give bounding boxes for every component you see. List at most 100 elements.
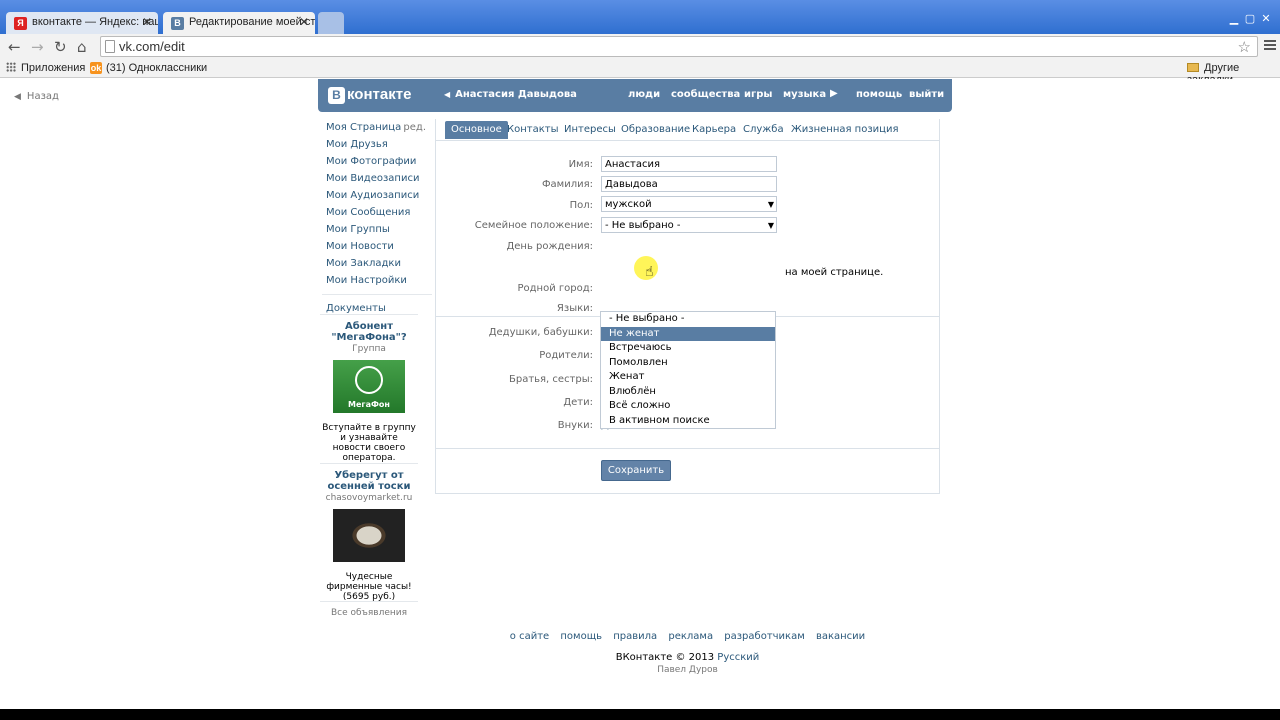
children-label: Дети: [563, 397, 593, 408]
back-arrow-icon[interactable]: ← [8, 38, 21, 56]
video-bottom-bar [0, 709, 1280, 720]
menu-people[interactable]: люди [628, 89, 660, 100]
reload-icon[interactable]: ↻ [54, 38, 67, 56]
dropdown-arrow-icon: ▼ [767, 221, 774, 230]
back-link[interactable]: ◀ Назад [14, 91, 59, 102]
sidebar-item-news[interactable]: Мои Новости [326, 238, 432, 255]
sidebar-item-photos[interactable]: Мои Фотографии [326, 153, 432, 170]
gender-label: Пол: [569, 200, 593, 211]
tab-basic[interactable]: Основное [445, 121, 508, 139]
maximize-icon[interactable]: ▢ [1242, 12, 1258, 25]
save-button[interactable]: Сохранить [601, 460, 671, 481]
tab-career[interactable]: Карьера [692, 124, 736, 135]
sidebar-item-label: Моя Страница [326, 122, 402, 133]
bookmark-label: Приложения [21, 62, 86, 74]
address-bar[interactable]: vk.com/edit ☆ [100, 36, 1258, 57]
ad-subtitle: Группа [352, 344, 386, 354]
ad-title[interactable]: Абонент "МегаФона"? [320, 321, 418, 343]
tab-life-position[interactable]: Жизненная позиция [791, 124, 898, 135]
close-tab-icon[interactable]: ✕ [142, 15, 152, 29]
parents-label: Родители: [539, 350, 593, 361]
footer-link-help[interactable]: помощь [560, 631, 602, 642]
language-link[interactable]: Русский [717, 652, 759, 663]
tab-interests[interactable]: Интересы [564, 124, 616, 135]
megafon-logo-text: МегаФон [348, 400, 390, 409]
megafon-logo-image[interactable]: МегаФон [333, 360, 405, 413]
marital-option-highlighted[interactable]: Не женат [601, 326, 775, 341]
vk-header: Вконтакте ◀ Анастасия Давыдова люди сообщ… [318, 79, 952, 112]
play-arrow-icon[interactable]: ▶ [830, 88, 838, 99]
header-user-link[interactable]: ◀ Анастасия Давыдова [444, 89, 577, 100]
home-icon[interactable]: ⌂ [77, 38, 87, 56]
tab-education[interactable]: Образование [621, 124, 690, 135]
marital-option[interactable]: Влюблён [601, 385, 775, 400]
sidebar-item-friends[interactable]: Мои Друзья [326, 136, 432, 153]
minimize-icon[interactable]: ▁ [1226, 12, 1242, 25]
ad-megafon[interactable]: Абонент "МегаФона"? Группа МегаФон Вступ… [320, 321, 418, 463]
sidebar-item-videos[interactable]: Мои Видеозаписи [326, 170, 432, 187]
footer-link-about[interactable]: о сайте [510, 631, 549, 642]
sidebar-item-audio[interactable]: Мои Аудиозаписи [326, 187, 432, 204]
menu-help[interactable]: помощь [856, 89, 902, 100]
forward-arrow-icon[interactable]: → [31, 38, 44, 56]
marital-status-dropdown-list: - Не выбрано - Не женат Встречаюсь Помол… [600, 311, 776, 429]
new-tab-button[interactable] [318, 12, 344, 34]
browser-tab-vk-edit[interactable]: В Редактирование моей ст ✕ [163, 12, 315, 34]
surname-input[interactable]: Давыдова [601, 176, 777, 192]
tab-service[interactable]: Служба [743, 124, 784, 135]
all-ads-link[interactable]: Все объявления [320, 608, 418, 618]
marital-status-value: - Не выбрано - [605, 220, 681, 231]
vk-logo[interactable]: Вконтакте [328, 86, 411, 104]
chrome-menu-icon[interactable] [1264, 40, 1276, 52]
all-ads: Все объявления [320, 604, 418, 618]
marital-option[interactable]: - Не выбрано - [601, 312, 775, 327]
menu-communities[interactable]: сообщества [671, 89, 740, 100]
gender-value: мужской [605, 199, 652, 210]
name-input[interactable]: Анастасия [601, 156, 777, 172]
marital-option[interactable]: Встречаюсь [601, 341, 775, 356]
menu-logout[interactable]: выйти [909, 89, 944, 100]
apps-grid-icon [6, 62, 16, 72]
bookmark-apps[interactable]: Приложения [6, 62, 85, 74]
ad-title[interactable]: Уберегут от осенней тоски [320, 470, 418, 492]
edit-link[interactable]: ред. [403, 119, 426, 136]
window-controls: ▁ ▢ ✕ [1226, 12, 1274, 25]
footer-link-rules[interactable]: правила [613, 631, 657, 642]
close-window-icon[interactable]: ✕ [1258, 12, 1274, 25]
page-icon [105, 40, 115, 53]
sidebar-item-my-page[interactable]: Моя Страница ред. [326, 119, 432, 136]
tab-contacts[interactable]: Контакты [507, 124, 558, 135]
edit-form-panel: Основное Контакты Интересы Образование К… [435, 119, 940, 494]
back-triangle-icon: ◀ [14, 92, 21, 102]
close-tab-icon[interactable]: ✕ [299, 15, 309, 29]
marital-option[interactable]: В активном поиске [601, 414, 775, 429]
footer-author[interactable]: Павел Дуров [435, 665, 940, 675]
watch-image[interactable] [333, 509, 405, 562]
sidebar-item-settings[interactable]: Мои Настройки [326, 272, 432, 289]
footer-link-jobs[interactable]: вакансии [816, 631, 865, 642]
sidebar-item-bookmarks[interactable]: Мои Закладки [326, 255, 432, 272]
name-label: Имя: [568, 159, 593, 170]
vk-favicon-icon: В [171, 17, 184, 30]
languages-label: Языки: [556, 303, 593, 314]
footer-link-ads[interactable]: реклама [668, 631, 713, 642]
marital-option[interactable]: Помолвлен [601, 356, 775, 371]
vk-logo-icon: В [328, 87, 345, 104]
marital-option[interactable]: Женат [601, 370, 775, 385]
sidebar-item-groups[interactable]: Мои Группы [326, 221, 432, 238]
marital-status-select[interactable]: - Не выбрано - ▼ [601, 217, 777, 233]
page-footer: о сайте помощь правила реклама разработч… [435, 631, 940, 675]
ad-watches[interactable]: Уберегут от осенней тоски chasovoymarket… [320, 470, 418, 602]
odnoklassniki-icon: ok [90, 62, 102, 74]
birthday-label: День рождения: [506, 241, 593, 252]
browser-tab-yandex[interactable]: Я вконтакте — Яндекс: нац ✕ [6, 12, 158, 34]
sidebar-item-messages[interactable]: Мои Сообщения [326, 204, 432, 221]
marital-option[interactable]: Всё сложно [601, 399, 775, 414]
menu-music[interactable]: музыка [783, 89, 826, 100]
menu-games[interactable]: игры [744, 89, 772, 100]
bookmark-odnoklassniki[interactable]: ok (31) Одноклассники [90, 62, 207, 74]
surname-label: Фамилия: [541, 179, 593, 190]
gender-select[interactable]: мужской ▼ [601, 196, 777, 212]
footer-link-developers[interactable]: разработчикам [724, 631, 805, 642]
bookmark-star-icon[interactable]: ☆ [1238, 38, 1251, 56]
